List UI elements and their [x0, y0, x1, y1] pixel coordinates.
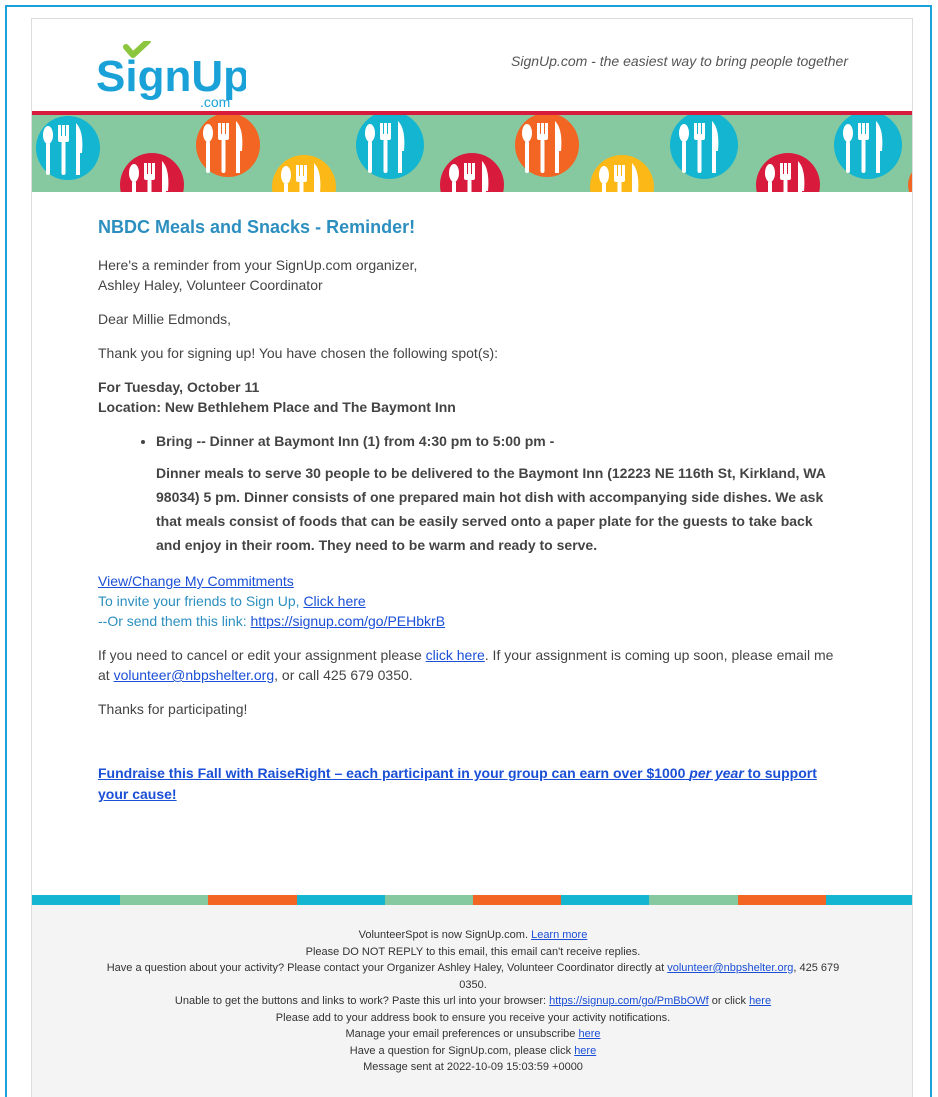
signup-help-link[interactable]: here [574, 1045, 596, 1057]
raiseright-promo-link[interactable]: Fundraise this Fall with RaiseRight – ea… [98, 765, 817, 802]
spot-list: Bring -- Dinner at Baymont Inn (1) from … [98, 431, 838, 451]
fork-knife-spoon-icon [834, 115, 902, 179]
fork-knife-spoon-icon [196, 115, 260, 177]
footer-line-3: Have a question about your activity? Ple… [106, 962, 840, 991]
fork-knife-spoon-icon [515, 115, 579, 177]
email-title: NBDC Meals and Snacks - Reminder! [98, 217, 416, 237]
promo-block: Fundraise this Fall with RaiseRight – ea… [98, 763, 838, 805]
intro-line2: Ashley Haley, Volunteer Coordinator [98, 277, 323, 293]
cancel-text-3: , or call 425 679 0350. [274, 667, 413, 683]
view-change-commitments-link[interactable]: View/Change My Commitments [98, 573, 294, 589]
cancel-click-here-link[interactable]: click here [426, 647, 485, 663]
footer-organizer-email-link[interactable]: volunteer@nbpshelter.org [667, 962, 793, 974]
footer-line-1: VolunteerSpot is now SignUp.com. Learn m… [358, 929, 588, 941]
send-link-text: --Or send them this link: [98, 613, 247, 629]
learn-more-link[interactable]: Learn more [531, 929, 587, 941]
footer-line-4: Unable to get the buttons and links to w… [174, 995, 772, 1007]
footer-line-7: Have a question for SignUp.com, please c… [349, 1044, 597, 1057]
date-line: For Tuesday, October 11 [98, 379, 260, 395]
banner-image [32, 115, 912, 192]
invite-click-here-link[interactable]: Click here [303, 593, 365, 609]
location-line: Location: New Bethlehem Place and The Ba… [98, 399, 456, 415]
invite-text: To invite your friends to Sign Up, [98, 593, 300, 609]
footer-click-here-link[interactable]: here [749, 995, 771, 1007]
fork-knife-spoon-icon [440, 153, 504, 192]
fork-knife-spoon-icon [120, 153, 184, 192]
footer: VolunteerSpot is now SignUp.com. Learn m… [32, 927, 912, 1097]
fork-knife-spoon-icon [36, 116, 100, 180]
spot-item: Bring -- Dinner at Baymont Inn (1) from … [156, 431, 838, 451]
thanks-signup-text: Thank you for signing up! You have chose… [98, 345, 499, 361]
footer-line-8: Message sent at 2022-10-09 15:03:59 +000… [363, 1061, 583, 1073]
footer-url-link[interactable]: https://signup.com/go/PmBbOWf [549, 995, 709, 1007]
spot-description: Dinner meals to serve 30 people to be de… [156, 465, 826, 553]
footer-line-5: Please add to your address book to ensur… [275, 1011, 671, 1024]
share-url-link[interactable]: https://signup.com/go/PEHbkrB [251, 613, 446, 629]
fork-knife-spoon-icon [590, 155, 654, 192]
signup-logo[interactable]: SignUp .com [96, 41, 246, 111]
fork-knife-spoon-icon [356, 115, 424, 179]
tagline: SignUp.com - the easiest way to bring pe… [511, 53, 848, 69]
organizer-email-link[interactable]: volunteer@nbpshelter.org [114, 667, 275, 683]
intro-line1: Here's a reminder from your SignUp.com o… [98, 257, 418, 273]
footer-line-2: Please DO NOT REPLY to this email, this … [305, 945, 641, 958]
unsubscribe-link[interactable]: here [578, 1028, 600, 1040]
fork-knife-spoon-icon [670, 115, 738, 179]
fork-knife-spoon-icon [272, 155, 336, 192]
footer-line-6: Manage your email preferences or unsubsc… [345, 1028, 601, 1040]
utensils-pattern [36, 115, 912, 192]
intro-paragraph: Here's a reminder from your SignUp.com o… [98, 255, 838, 295]
cancel-paragraph: If you need to cancel or edit your assig… [98, 645, 838, 685]
footer-stripes [32, 895, 912, 905]
thanks-participating: Thanks for participating! [98, 701, 248, 717]
email-card: SignUp .com SignUp.com - the easiest way… [31, 18, 913, 1097]
greeting: Dear Millie Edmonds, [98, 311, 232, 327]
email-body: NBDC Meals and Snacks - Reminder! Here's… [98, 217, 838, 805]
cancel-text: If you need to cancel or edit your assig… [98, 647, 422, 663]
spot-details: For Tuesday, October 11 Location: New Be… [98, 377, 838, 417]
svg-text:.com: .com [200, 94, 230, 110]
links-block: View/Change My Commitments To invite you… [98, 571, 838, 631]
fork-knife-spoon-icon [756, 153, 820, 192]
